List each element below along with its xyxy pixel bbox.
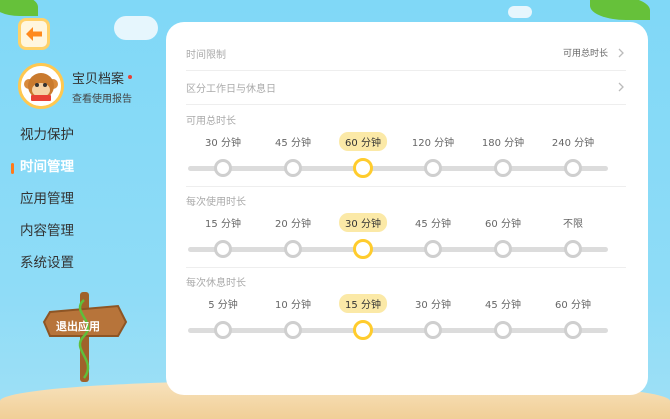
- total-duration-option[interactable]: 45 分钟: [269, 132, 317, 151]
- per-use-duration-slider-stop[interactable]: [424, 240, 442, 258]
- total-duration-slider-track[interactable]: [188, 166, 608, 171]
- rest-duration-slider-stop[interactable]: [353, 320, 373, 340]
- per-use-duration-slider-stop[interactable]: [353, 239, 373, 259]
- per-use-duration-slider-stop[interactable]: [564, 240, 582, 258]
- nav-item-app-management[interactable]: 应用管理: [20, 185, 74, 217]
- per-use-duration-option[interactable]: 15 分钟: [199, 213, 247, 232]
- total-duration-slider-stop[interactable]: [214, 159, 232, 177]
- rest-duration-slider-track[interactable]: [188, 328, 608, 333]
- total-duration-option[interactable]: 240 分钟: [546, 132, 600, 151]
- rest-duration-slider-stop[interactable]: [284, 321, 302, 339]
- avatar: [18, 63, 64, 109]
- monkey-avatar-icon: [21, 66, 61, 106]
- total-duration-option[interactable]: 30 分钟: [199, 132, 247, 151]
- total-duration-slider-stop[interactable]: [494, 159, 512, 177]
- per-use-duration-title: 每次使用时长: [186, 197, 246, 208]
- arrow-left-icon: [26, 27, 42, 41]
- chevron-right-icon: [618, 82, 624, 92]
- workday-label: 区分工作日与休息日: [186, 84, 276, 95]
- notification-dot: [128, 75, 133, 79]
- rest-duration-option[interactable]: 15 分钟: [339, 294, 387, 313]
- per-use-duration-slider-stop[interactable]: [494, 240, 512, 258]
- total-duration-slider-stop[interactable]: [424, 159, 442, 177]
- rest-duration-slider-stop[interactable]: [494, 321, 512, 339]
- rest-duration-option[interactable]: 30 分钟: [409, 294, 457, 313]
- total-duration-option[interactable]: 120 分钟: [406, 132, 460, 151]
- profile-name: 宝贝档案: [72, 71, 125, 87]
- cloud: [114, 16, 158, 40]
- total-duration-slider-stop[interactable]: [284, 159, 302, 177]
- per-use-duration-option[interactable]: 30 分钟: [339, 213, 387, 232]
- section-divider: [186, 267, 626, 268]
- nav-item-time-management[interactable]: 时间管理: [11, 153, 74, 185]
- profile-card[interactable]: 宝贝档案 查看使用报告: [18, 63, 133, 109]
- leaf-decoration: [0, 0, 38, 16]
- nav-item-content-management[interactable]: 内容管理: [20, 217, 74, 249]
- rest-duration-option[interactable]: 60 分钟: [549, 294, 597, 313]
- nav-item-eye-protection[interactable]: 视力保护: [20, 121, 74, 153]
- total-duration-option[interactable]: 60 分钟: [339, 132, 387, 151]
- per-use-duration-option[interactable]: 45 分钟: [409, 213, 457, 232]
- time-limit-label: 时间限制: [186, 50, 226, 61]
- total-duration-title: 可用总时长: [186, 116, 236, 127]
- rest-duration-option[interactable]: 5 分钟: [202, 294, 244, 313]
- total-duration-slider-stop[interactable]: [564, 159, 582, 177]
- per-use-duration-option[interactable]: 20 分钟: [269, 213, 317, 232]
- exit-app-button[interactable]: 退出应用: [56, 318, 100, 334]
- nav-item-system-settings[interactable]: 系统设置: [20, 249, 74, 281]
- rest-duration-title: 每次休息时长: [186, 278, 246, 289]
- per-use-duration-slider-stop[interactable]: [284, 240, 302, 258]
- signpost-icon: [42, 292, 128, 382]
- profile-subtitle: 查看使用报告: [72, 93, 132, 105]
- back-button[interactable]: [18, 18, 50, 50]
- rest-duration-slider-stop[interactable]: [424, 321, 442, 339]
- per-use-duration-slider-track[interactable]: [188, 247, 608, 252]
- rest-duration-slider-stop[interactable]: [564, 321, 582, 339]
- settings-panel: 时间限制 可用总时长 区分工作日与休息日 可用总时长 30 分钟 45 分钟 60 分…: [166, 22, 648, 395]
- workday-row[interactable]: 区分工作日与休息日: [186, 70, 626, 105]
- chevron-right-icon: [618, 48, 624, 58]
- per-use-duration-slider-stop[interactable]: [214, 240, 232, 258]
- sidebar-nav: 视力保护 时间管理 应用管理 内容管理 系统设置: [11, 121, 74, 281]
- total-duration-slider-stop[interactable]: [353, 158, 373, 178]
- section-divider: [186, 186, 626, 187]
- per-use-duration-option[interactable]: 不限: [557, 213, 589, 232]
- time-limit-row[interactable]: 时间限制 可用总时长: [186, 36, 626, 71]
- time-limit-value: 可用总时长: [562, 49, 608, 59]
- rest-duration-option[interactable]: 45 分钟: [479, 294, 527, 313]
- cloud: [508, 6, 532, 18]
- active-marker: [11, 163, 14, 174]
- rest-duration-slider-stop[interactable]: [214, 321, 232, 339]
- rest-duration-option[interactable]: 10 分钟: [269, 294, 317, 313]
- total-duration-option[interactable]: 180 分钟: [476, 132, 530, 151]
- per-use-duration-option[interactable]: 60 分钟: [479, 213, 527, 232]
